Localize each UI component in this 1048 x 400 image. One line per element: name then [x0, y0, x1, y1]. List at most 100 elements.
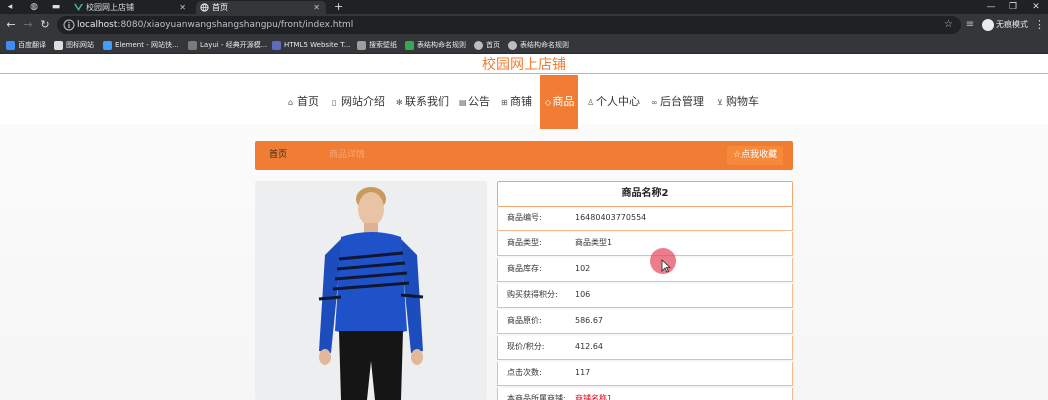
nav-home[interactable]: ⌂ 首页: [288, 75, 319, 129]
bookmark-item[interactable]: 表结构命名规则: [405, 39, 466, 51]
bookmark-label: Layui - 经典开源模...: [200, 41, 268, 49]
profile-incognito[interactable]: 无痕模式: [982, 19, 1028, 31]
favorite-button[interactable]: ☆点我收藏: [727, 146, 784, 165]
globe-icon: [508, 41, 517, 50]
nav-contact[interactable]: ✻ 联系我们: [396, 75, 449, 129]
web-page: 校园网上店铺 ⌂ 首页 ▯ 网站介绍 ✻ 联系我们 ▤公告 ⊞ 商铺 ◇商品 ♙ 个人中心…: [0, 54, 1048, 400]
bookmark-label: 表结构命名规则: [520, 41, 569, 49]
notice-icon: ▤: [459, 98, 467, 107]
bookmark-label: Element - 网站快...: [115, 41, 179, 49]
site-title: 校园网上店铺: [482, 57, 566, 73]
flag-icon: [54, 41, 63, 50]
bookmark-item[interactable]: HTML5 Website T...: [272, 39, 350, 51]
nav-shops[interactable]: ⊞ 商铺: [501, 75, 532, 129]
restore-icon[interactable]: ❐: [1002, 0, 1024, 14]
bookmark-label: HTML5 Website T...: [284, 41, 351, 49]
minimize-icon[interactable]: —: [980, 0, 1002, 14]
field-label: 现价/积分:: [507, 342, 545, 351]
back-icon[interactable]: ←: [4, 18, 18, 32]
bookmark-item[interactable]: Layui - 经典开源模...: [188, 39, 267, 51]
tag-icon: ◇: [544, 98, 552, 107]
nav-admin[interactable]: ∞ 后台管理: [651, 75, 704, 129]
browser-toolbar: ← → ↻ localhost:8080/xiaoyuanwangshangsh…: [0, 14, 1048, 36]
nav-label: 首页: [297, 95, 319, 108]
nav-label: 后台管理: [660, 95, 704, 108]
nav-about[interactable]: ▯ 网站介绍: [332, 75, 385, 129]
home-icon: ⌂: [288, 98, 294, 107]
product-photo-illustration: [255, 181, 487, 400]
window-close-icon[interactable]: ✕: [1025, 0, 1047, 14]
bookmark-label: 图标网站: [66, 41, 94, 49]
tab-shop-title: 校园网上店铺: [86, 3, 134, 12]
nav-label: 商铺: [510, 95, 532, 108]
url-text[interactable]: localhost:8080/xiaoyuanwangshangshangpu/…: [77, 16, 353, 34]
field-value: 16480403770554: [575, 213, 647, 222]
nav-products[interactable]: ◇商品: [540, 75, 578, 129]
title-divider: [0, 73, 1048, 74]
bookmark-item[interactable]: 图标网站: [54, 39, 94, 51]
globe-icon: [474, 41, 483, 50]
bookmark-item[interactable]: 百度翻译: [6, 39, 46, 51]
nav-label: 购物车: [726, 95, 759, 108]
field-value: 商品类型1: [575, 238, 613, 247]
close-icon[interactable]: ✕: [313, 1, 320, 14]
user-icon: ♙: [587, 98, 595, 107]
nav-notice[interactable]: ▤公告: [459, 75, 490, 129]
product-image[interactable]: [255, 181, 487, 400]
breadcrumb-home[interactable]: 首页: [269, 141, 287, 170]
breadcrumb-bar: 首页 商品详情 ☆点我收藏: [255, 141, 793, 170]
main-nav: ⌂ 首页 ▯ 网站介绍 ✻ 联系我们 ▤公告 ⊞ 商铺 ◇商品 ♙ 个人中心 ∞ 后台管理 …: [0, 75, 1048, 129]
browser-tabstrip: ◂ ◍ ▬ 校园网上店铺 ✕ 首页 ✕ + — ❐ ✕: [0, 0, 1048, 14]
nav-cart[interactable]: ⊻ 购物车: [717, 75, 759, 129]
field-label: 购买获得积分:: [507, 290, 558, 299]
bookmark-item[interactable]: 搜索壁纸: [357, 39, 397, 51]
tab-shop[interactable]: 校园网上店铺 ✕: [70, 1, 192, 14]
field-value: 102: [575, 264, 591, 273]
bookmark-label: 百度翻译: [18, 41, 46, 49]
field-label: 点击次数:: [507, 368, 542, 377]
bookmark-label: 搜索壁纸: [369, 41, 397, 49]
nav-label: 公告: [468, 95, 490, 108]
window-icon[interactable]: ▬: [50, 1, 62, 13]
url-path: :8080/xiaoyuanwangshangshangpu/front/ind…: [117, 20, 354, 30]
table-row: 购买获得积分: 106: [497, 284, 793, 308]
bookmark-label: 表结构命名规则: [417, 41, 466, 49]
field-value: 117: [575, 368, 591, 377]
nav-user-center[interactable]: ♙ 个人中心: [587, 75, 640, 129]
close-icon[interactable]: ✕: [179, 1, 186, 14]
new-tab-icon[interactable]: +: [334, 0, 343, 14]
bookmark-item[interactable]: Element - 网站快...: [103, 39, 179, 51]
product-detail-table: 商品名称2 商品编号: 16480403770554 商品类型: 商品类型1 商品库…: [497, 181, 793, 400]
table-row: 本商品所属商铺: 商铺名称1: [497, 388, 793, 400]
tab-home[interactable]: 首页 ✕: [196, 1, 326, 14]
nav-label: 联系我们: [405, 95, 449, 108]
element-icon: [103, 41, 112, 50]
url-host: localhost: [77, 20, 118, 30]
vue-logo-icon: [74, 3, 83, 12]
mouse-cursor-icon: [661, 259, 671, 273]
info-icon[interactable]: [63, 19, 75, 31]
globe-icon[interactable]: ◍: [28, 1, 40, 13]
field-label: 本商品所属商铺:: [507, 394, 566, 400]
forward-icon[interactable]: →: [21, 18, 35, 32]
field-label: 商品类型:: [507, 238, 542, 247]
field-label: 商品原价:: [507, 316, 542, 325]
reading-list-icon[interactable]: ≡: [963, 18, 977, 32]
bookmark-label: 首页: [486, 41, 500, 49]
table-row: 点击次数: 117: [497, 362, 793, 386]
doc-icon: ▯: [332, 98, 337, 107]
menu-icon[interactable]: ⋮: [1034, 18, 1045, 32]
avatar: [982, 19, 994, 31]
bookmark-item[interactable]: 表结构命名规则: [508, 39, 569, 51]
sheet-icon: [405, 41, 414, 50]
breadcrumb-current: 商品详情: [329, 150, 366, 160]
bookmark-star-icon[interactable]: ☆: [944, 18, 953, 32]
shop-link[interactable]: 商铺名称1: [575, 388, 612, 400]
grid-icon: ⊞: [501, 98, 508, 107]
address-bar[interactable]: localhost:8080/xiaoyuanwangshangshangpu/…: [57, 16, 961, 34]
html5-icon: [272, 41, 281, 50]
product-name: 商品名称2: [497, 181, 793, 207]
tab-search-icon[interactable]: ◂: [4, 1, 16, 13]
reload-icon[interactable]: ↻: [38, 18, 52, 32]
bookmark-item[interactable]: 首页: [474, 39, 500, 51]
